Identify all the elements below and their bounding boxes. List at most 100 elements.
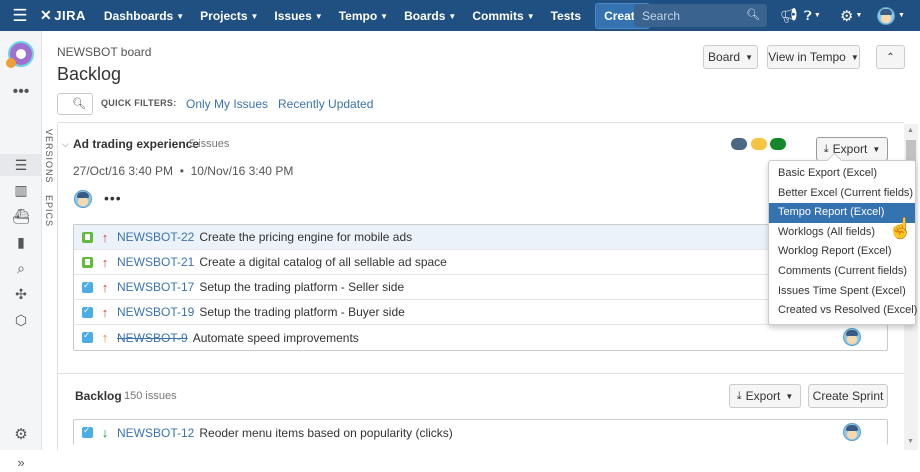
jira-logo[interactable]: ✕ JIRA — [40, 7, 86, 24]
issue-key-link[interactable]: NEWSBOT-22 — [117, 230, 194, 244]
versions-tab[interactable]: VERSIONS — [44, 129, 54, 184]
nav-item-label: Commits — [472, 8, 524, 23]
chevron-down-icon: ▼ — [250, 11, 259, 21]
sprint-assignee-avatar[interactable] — [74, 190, 92, 208]
search-icon: 🔍︎ — [72, 98, 86, 110]
components-icon[interactable]: ⬡ — [12, 311, 30, 329]
view-in-tempo-button[interactable]: View in Tempo ▼ — [767, 45, 860, 69]
user-avatar-button[interactable]: ▼ — [877, 0, 905, 31]
menu-icon[interactable]: ☰ — [0, 0, 40, 31]
epics-tab[interactable]: EPICS — [44, 195, 54, 227]
issue-key-link[interactable]: NEWSBOT-21 — [117, 255, 194, 269]
side-panels: VERSIONS EPICS — [42, 123, 58, 450]
hand-cursor-icon: ☝ — [888, 218, 913, 240]
todo-status-badge — [731, 138, 747, 150]
export-menu-item[interactable]: Basic Export (Excel) — [769, 164, 915, 184]
chevron-down-icon: ▼ — [850, 52, 859, 62]
assignee-avatar[interactable] — [843, 328, 861, 346]
releases-icon[interactable]: ⛴ — [12, 207, 30, 225]
scroll-up-icon[interactable]: ▲ — [907, 127, 914, 134]
issue-summary: Create the pricing engine for mobile ads — [199, 230, 413, 244]
export-menu-item[interactable]: Better Excel (Current fields) — [769, 184, 915, 204]
priority-high-icon: ↑ — [101, 304, 109, 320]
project-settings-icon[interactable]: ⚙ — [12, 426, 30, 444]
issue-summary: Setup the trading platform - Seller side — [199, 280, 405, 294]
export-menu-item[interactable]: Worklog Report (Excel) — [769, 242, 915, 262]
board-icon[interactable]: ▥ — [12, 181, 30, 199]
more-icon[interactable]: ••• — [104, 190, 122, 206]
issue-summary: Automate speed improvements — [192, 330, 359, 345]
more-icon[interactable]: ••• — [12, 83, 30, 101]
issue-key-link[interactable]: NEWSBOT-12 — [117, 426, 194, 440]
sprint-export-button[interactable]: ⤓ Export ▼ — [816, 137, 888, 161]
quick-filter-search-input[interactable]: 🔍︎ — [57, 93, 93, 115]
chevron-down-icon: ▼ — [898, 12, 905, 19]
chevron-down-icon: ▼ — [745, 52, 753, 62]
nav-item-issues[interactable]: Issues ▼ — [266, 9, 330, 23]
issue-row[interactable]: ↓ NEWSBOT-12 Reoder menu items based on po… — [74, 420, 887, 445]
nav-item-projects[interactable]: Projects ▼ — [192, 9, 266, 23]
sprint-issue-count: 5 issues — [189, 138, 230, 150]
jira-logo-icon: ✕ — [40, 7, 53, 23]
assignee-avatar[interactable] — [843, 423, 861, 441]
issue-row[interactable]: ↑ NEWSBOT-22 Create the pricing engine for… — [74, 225, 887, 250]
done-status-badge — [770, 138, 786, 150]
project-sidebar: ••• ☰ ▥ ⛴ ▮ ⌕ ✣ ⬡ ⚙ » — [0, 31, 42, 470]
nav-item-boards[interactable]: Boards ▼ — [396, 9, 464, 23]
story-icon — [82, 231, 93, 243]
search-input[interactable]: Search 🔍︎ — [634, 4, 767, 27]
priority-high-icon: ↑ — [101, 279, 109, 295]
export-menu-item[interactable]: Issues Time Spent (Excel) — [769, 282, 915, 302]
chevron-down-icon: ▼ — [872, 144, 881, 154]
add-ons-icon[interactable]: ✣ — [12, 285, 30, 303]
task-icon — [82, 305, 93, 318]
collapse-header-button[interactable]: ⌃ — [876, 45, 905, 69]
board-button[interactable]: Board ▼ — [703, 45, 758, 69]
sprint-dates: 27/Oct/16 3:40 PM • 10/Nov/16 3:40 PM — [73, 164, 294, 178]
settings-icon[interactable]: ⚙ ▼ — [840, 0, 862, 31]
priority-high-icon: ↑ — [101, 254, 109, 270]
nav-item-tempo[interactable]: Tempo ▼ — [331, 9, 396, 23]
issue-row[interactable]: ↑ NEWSBOT-19 Setup the trading platform - … — [74, 300, 887, 325]
chevron-down-icon: ▼ — [448, 11, 457, 21]
chevron-down-icon: ▼ — [380, 11, 389, 21]
issue-key-link[interactable]: NEWSBOT-17 — [117, 280, 194, 294]
issues-search-icon[interactable]: ⌕ — [12, 259, 30, 277]
nav-item-label: Tempo — [338, 8, 378, 23]
nav-item-label: Tests — [550, 8, 582, 23]
issue-key-link[interactable]: NEWSBOT-9 — [117, 331, 188, 345]
issue-row[interactable]: ↑ NEWSBOT-17 Setup the trading platform - … — [74, 275, 887, 300]
export-menu-item[interactable]: Comments (Current fields) — [769, 262, 915, 282]
sprint-issue-list: ↑ NEWSBOT-22 Create the pricing engine for… — [73, 224, 888, 351]
chevron-down-icon: ▼ — [526, 11, 535, 21]
search-placeholder: Search — [642, 9, 681, 23]
issue-row[interactable]: ↑ NEWSBOT-9 Automate speed improvements — [74, 325, 887, 350]
view-in-tempo-label: View in Tempo — [768, 50, 846, 64]
backlog-icon[interactable]: ☰ — [12, 156, 30, 174]
issue-key-link[interactable]: NEWSBOT-19 — [117, 305, 194, 319]
project-badge — [6, 58, 16, 68]
issue-row[interactable]: ↑ NEWSBOT-21 Create a digital catalog of a… — [74, 250, 887, 275]
nav-item-commits[interactable]: Commits ▼ — [464, 9, 542, 23]
nav-item-tests[interactable]: Tests — [543, 9, 589, 23]
export-icon: ⤓ — [736, 389, 742, 402]
create-sprint-button[interactable]: Create Sprint — [808, 384, 888, 408]
search-icon: 🔍︎ — [746, 9, 760, 21]
collapse-sprint-icon[interactable]: ⌵ — [62, 139, 69, 150]
filter-only-my-issues[interactable]: Only My Issues — [186, 97, 268, 111]
collapse-icon: ⌃ — [886, 51, 895, 63]
help-icon[interactable]: ❓︎ ▼ — [804, 0, 821, 31]
backlog-export-label: Export — [745, 389, 781, 403]
nav-menu: Dashboards ▼ Projects ▼ Issues ▼ Tempo ▼ Boards ▼… — [96, 9, 589, 23]
jira-logo-text: JIRA — [54, 8, 86, 23]
backlog-export-button[interactable]: ⤓ Export ▼ — [729, 384, 801, 408]
export-menu-item[interactable]: Created vs Resolved (Excel) — [769, 301, 917, 321]
reports-icon[interactable]: ▮ — [12, 233, 30, 251]
nav-item-dashboards[interactable]: Dashboards ▼ — [96, 9, 192, 23]
backlog-title: Backlog — [75, 389, 122, 403]
notifications-icon[interactable]: 📢︎ — [780, 0, 798, 31]
expand-sidebar-icon[interactable]: » — [12, 454, 30, 472]
scroll-down-icon[interactable]: ▼ — [907, 438, 914, 445]
scroll-thumb[interactable] — [906, 140, 916, 162]
filter-recently-updated[interactable]: Recently Updated — [278, 97, 373, 111]
